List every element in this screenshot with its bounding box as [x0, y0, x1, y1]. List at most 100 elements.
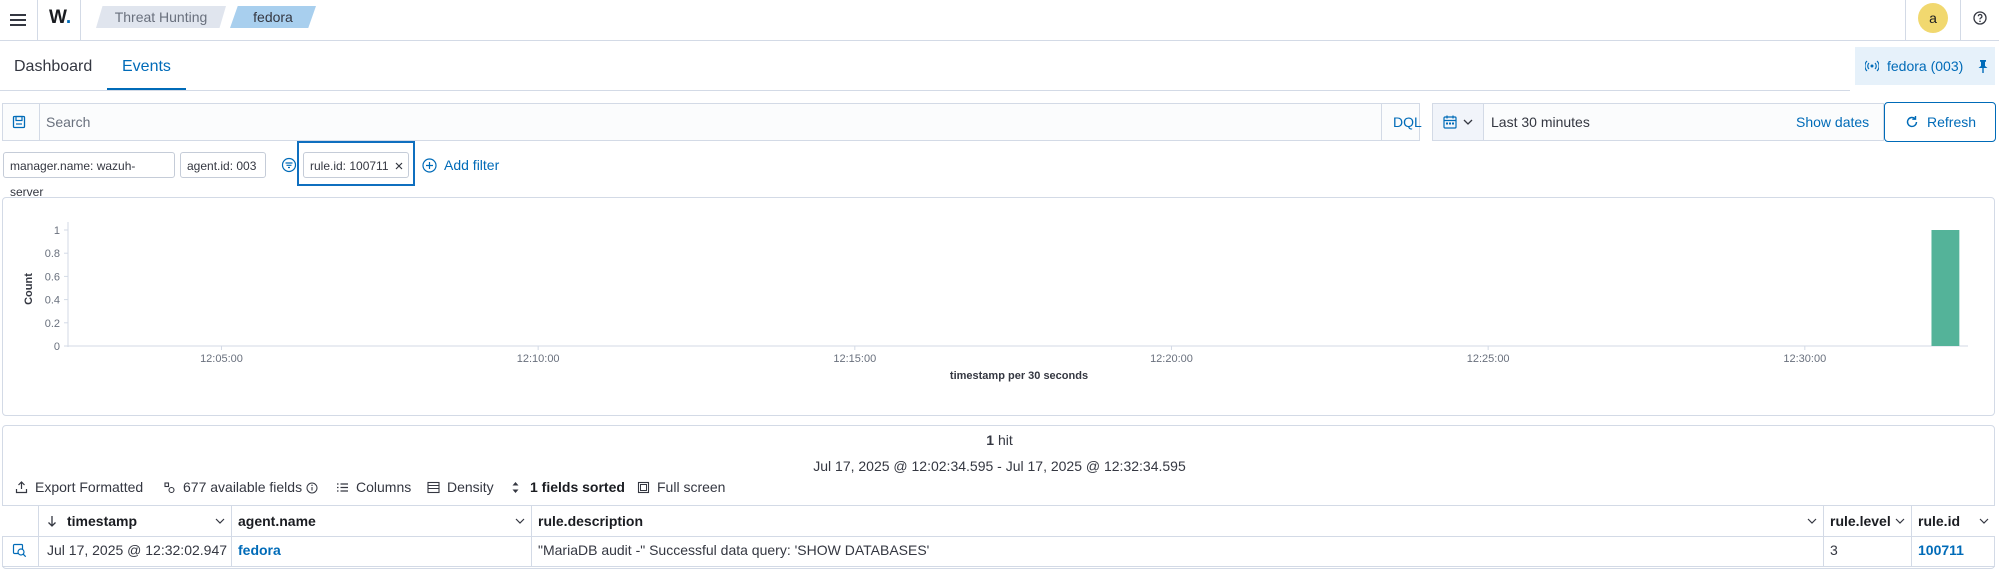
divider — [1381, 104, 1382, 140]
y-tick-label: 1 — [54, 225, 60, 237]
x-tick-label: 12:25:00 — [1467, 353, 1510, 365]
x-axis-label: timestamp per 30 seconds — [950, 370, 1088, 382]
histogram-chart: 0 0.2 0.4 0.6 0.8 1 12:05:00 12:10:00 12:15:00 1… — [23, 222, 1968, 382]
info-icon — [306, 482, 318, 494]
chevron-down-icon[interactable] — [1979, 517, 1989, 525]
x-tick-label: 12:15:00 — [833, 353, 876, 365]
filter-pill-manager-name[interactable]: manager.name: wazuh-server — [3, 152, 175, 199]
sort-fields-label: 1 fields sorted — [530, 479, 625, 495]
chevron-down-icon[interactable] — [515, 517, 525, 525]
menu-icon[interactable] — [6, 8, 30, 32]
column-header-label: rule.description — [538, 513, 644, 529]
results-time-range: Jul 17, 2025 @ 12:02:34.595 - Jul 17, 20… — [813, 458, 1186, 474]
cell-agent-name: fedora — [231, 535, 531, 566]
table-header: timestamp agent.name rule.description ru… — [2, 505, 1995, 537]
show-dates-link[interactable]: Show dates — [1796, 114, 1869, 130]
close-icon[interactable] — [394, 153, 404, 179]
pin-icon[interactable] — [1977, 59, 1989, 73]
time-range-display[interactable]: Last 30 minutes — [1491, 114, 1590, 130]
breadcrumb-fedora[interactable]: fedora — [230, 6, 316, 28]
date-picker: Last 30 minutes Show dates — [1432, 103, 1884, 141]
refresh-icon — [1905, 115, 1919, 129]
filter-menu-icon[interactable] — [281, 157, 297, 173]
table-density-icon — [427, 481, 440, 494]
tab-active-indicator — [107, 88, 186, 90]
add-filter-label: Add filter — [444, 157, 500, 173]
tabs-divider — [0, 90, 1850, 91]
export-label: Export Formatted — [35, 479, 144, 495]
density-label: Density — [447, 479, 494, 495]
app-logo[interactable]: W. — [49, 7, 71, 29]
column-header-label: agent.name — [238, 513, 316, 529]
x-tick-label: 12:05:00 — [200, 353, 243, 365]
available-fields-label: 677 available fields — [183, 479, 303, 495]
chevron-down-icon[interactable] — [215, 517, 225, 525]
refresh-button[interactable]: Refresh — [1884, 102, 1996, 142]
divider — [1905, 0, 1906, 40]
filter-pill-rule-id[interactable]: rule.id: 100711 — [303, 152, 409, 178]
list-icon — [336, 481, 349, 494]
chevron-down-icon[interactable] — [1895, 517, 1905, 525]
y-tick-label: 0.2 — [45, 318, 60, 330]
filter-pill-agent-id[interactable]: agent.id: 003 — [180, 152, 266, 178]
breadcrumb-threat-hunting[interactable]: Threat Hunting — [96, 6, 226, 28]
column-header-expand — [2, 506, 38, 536]
divider — [1960, 0, 1961, 40]
sort-down-icon — [47, 515, 57, 527]
query-language-button[interactable]: DQL — [1393, 114, 1422, 130]
column-header-rule-description[interactable]: rule.description — [531, 506, 1823, 536]
table-row: Jul 17, 2025 @ 12:32:02.947 fedora "Mari… — [2, 535, 1995, 567]
divider — [37, 0, 38, 40]
divider — [80, 0, 81, 40]
avatar[interactable]: a — [1918, 3, 1948, 33]
column-header-rule-id[interactable]: rule.id — [1911, 506, 1995, 536]
y-tick-label: 0.6 — [45, 271, 60, 283]
agent-selector[interactable]: fedora (003) — [1855, 47, 1995, 85]
calendar-icon — [1443, 115, 1457, 129]
columns-label: Columns — [356, 479, 412, 495]
quick-select-button[interactable] — [1433, 104, 1484, 140]
y-tick-label: 0.8 — [45, 248, 60, 260]
refresh-label: Refresh — [1927, 114, 1977, 130]
expand-row-button[interactable] — [2, 535, 38, 566]
fullscreen-icon — [637, 481, 650, 494]
y-tick-label: 0.4 — [45, 295, 60, 307]
agent-selector-label: fedora (003) — [1887, 58, 1964, 74]
full-screen-label: Full screen — [657, 479, 726, 495]
column-header-timestamp[interactable]: timestamp — [38, 506, 231, 536]
antenna-icon — [1865, 59, 1879, 73]
search-input[interactable]: Search — [46, 114, 90, 130]
saved-query-icon[interactable] — [11, 114, 27, 130]
cell-timestamp: Jul 17, 2025 @ 12:32:02.947 — [38, 535, 231, 566]
tab-dashboard[interactable]: Dashboard — [14, 58, 92, 76]
y-axis-label: Count — [23, 273, 35, 305]
help-icon[interactable] — [1972, 10, 1988, 26]
x-tick-label: 12:10:00 — [517, 353, 560, 365]
y-tick-label: 0 — [54, 341, 60, 353]
cell-rule-id: 100711 — [1911, 535, 1995, 566]
rule-id-link[interactable]: 100711 — [1918, 542, 1964, 558]
hits-label: hit — [997, 432, 1013, 448]
tab-events[interactable]: Events — [122, 58, 171, 76]
x-tick-label: 12:30:00 — [1783, 353, 1826, 365]
x-tick-label: 12:20:00 — [1150, 353, 1193, 365]
hits-number: 1 — [986, 432, 995, 448]
divider — [39, 104, 40, 140]
column-header-agent-name[interactable]: agent.name — [231, 506, 531, 536]
top-header: W. Threat Hunting fedora a — [0, 0, 1999, 41]
filter-pill-label: rule.id: 100711 — [310, 159, 389, 173]
column-header-rule-level[interactable]: rule.level — [1823, 506, 1911, 536]
agent-name-link[interactable]: fedora — [238, 542, 281, 558]
export-icon — [15, 481, 28, 494]
chevron-down-icon[interactable] — [1807, 517, 1817, 525]
inspect-icon — [12, 543, 27, 558]
column-header-label: rule.id — [1918, 513, 1961, 529]
fields-icon — [163, 481, 176, 494]
sort-icon — [510, 481, 521, 494]
histogram-bar[interactable] — [1931, 230, 1960, 346]
cell-rule-description: "MariaDB audit -" Successful data query:… — [531, 535, 1823, 566]
column-header-label: rule.level — [1830, 513, 1891, 529]
column-header-label: timestamp — [67, 513, 138, 529]
plus-circle-icon — [422, 158, 437, 173]
hits-count: 1 hit — [0, 432, 1999, 448]
